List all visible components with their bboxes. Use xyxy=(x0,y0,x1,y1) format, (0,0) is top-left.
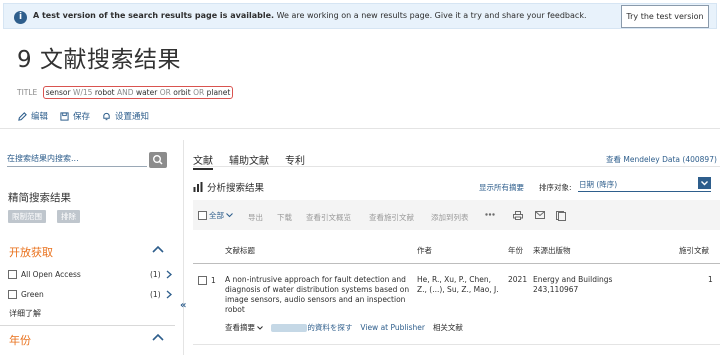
view-at-publisher-link[interactable]: View at Publisher xyxy=(360,323,425,332)
chevron-down-icon xyxy=(701,181,708,186)
find-full-text-link[interactable]: 的資料を探す xyxy=(271,322,352,333)
show-all-abstracts-link[interactable]: 显示所有摘要 xyxy=(479,182,524,193)
related-documents-link[interactable]: 相关文献 xyxy=(433,322,463,333)
search-icon xyxy=(152,155,163,165)
divider xyxy=(193,166,720,167)
save-icon xyxy=(60,111,69,121)
search-within-input[interactable]: 在搜索结果内搜索... xyxy=(7,153,147,167)
query-field-label: TITLE xyxy=(17,88,38,97)
document-title-link[interactable]: A non-intrusive approach for fault detec… xyxy=(225,275,410,315)
mendeley-data-link[interactable]: 查看 Mendeley Data (400897) xyxy=(606,154,717,165)
chevron-up-icon[interactable] xyxy=(152,245,164,253)
tab-documents[interactable]: 文献 xyxy=(193,152,213,170)
select-all-checkbox[interactable] xyxy=(198,211,207,220)
sort-select[interactable]: 日期 (降序) xyxy=(578,176,711,192)
chevron-right-icon[interactable] xyxy=(166,290,172,299)
edit-button[interactable]: 编辑 xyxy=(18,110,48,122)
facet-count: (1) xyxy=(150,270,161,279)
try-test-version-button[interactable]: Try the test version xyxy=(621,5,709,28)
row-cited-count[interactable]: 1 xyxy=(708,275,713,284)
view-abstract-link[interactable]: 查看摘要 xyxy=(225,322,264,333)
checkbox[interactable] xyxy=(8,270,17,279)
header-cited-by[interactable]: 施引文献 xyxy=(679,245,709,256)
print-icon[interactable] xyxy=(513,211,523,220)
chevron-up-icon[interactable] xyxy=(152,333,164,341)
select-all[interactable]: 全部 xyxy=(198,210,233,221)
test-version-banner: i A test version of the search results p… xyxy=(3,3,717,29)
chevron-right-icon[interactable] xyxy=(166,270,172,279)
header-year[interactable]: 年份 xyxy=(508,245,523,256)
more-options-icon[interactable] xyxy=(485,213,495,216)
source-name[interactable]: Energy and Buildings xyxy=(533,275,663,285)
collapse-sidebar-icon[interactable]: « xyxy=(180,300,186,311)
exclude-button[interactable]: 排除 xyxy=(57,210,80,223)
sort-dropdown-button[interactable] xyxy=(698,177,711,189)
row-number: 1 xyxy=(211,276,216,285)
banner-message: A test version of the search results pag… xyxy=(33,11,587,20)
row-links: 查看摘要 的資料を探す View at Publisher 相关文献 xyxy=(225,322,463,333)
redacted-link-text xyxy=(271,324,308,332)
export-button[interactable]: 导出 xyxy=(248,212,263,223)
divider xyxy=(0,325,175,326)
result-tabs: 文献 辅助文献 专利 xyxy=(193,152,305,170)
chevron-down-icon xyxy=(257,326,264,330)
search-actions: 编辑 保存 设置通知 xyxy=(18,110,149,122)
chevron-down-icon[interactable] xyxy=(226,213,233,218)
limit-to-button[interactable]: 限制范围 xyxy=(8,210,46,223)
save-search-button[interactable]: 保存 xyxy=(60,110,90,122)
row-checkbox[interactable] xyxy=(198,276,207,285)
search-query: TITLE sensor W/15 robot AND water OR orb… xyxy=(17,86,234,99)
email-icon[interactable] xyxy=(535,211,545,219)
bell-icon xyxy=(103,112,110,120)
search-within-button[interactable] xyxy=(149,152,167,168)
divider xyxy=(193,344,720,345)
row-source[interactable]: Energy and Buildings 243,110967 xyxy=(533,275,663,295)
view-cited-by-button[interactable]: 查看施引文献 xyxy=(369,212,414,223)
source-detail: 243,110967 xyxy=(533,285,579,294)
query-string[interactable]: sensor W/15 robot AND water OR orbit OR … xyxy=(42,86,234,99)
set-alert-button[interactable]: 设置通知 xyxy=(102,110,149,122)
pencil-icon xyxy=(18,111,27,121)
bar-chart-icon xyxy=(193,182,203,192)
facet-green[interactable]: Green xyxy=(8,290,44,299)
refine-results-title: 精简搜索结果 xyxy=(8,192,71,204)
facet-all-open-access[interactable]: All Open Access xyxy=(8,270,81,279)
facet-count: (1) xyxy=(150,290,161,299)
tab-patents[interactable]: 专利 xyxy=(285,152,305,170)
divider xyxy=(193,263,720,264)
bibliography-icon[interactable] xyxy=(556,211,566,221)
header-authors[interactable]: 作者 xyxy=(417,245,432,256)
analyze-results-link[interactable]: 分析搜索结果 xyxy=(193,180,264,194)
results-toolbar: 全部 导出 下载 查看引文概览 查看施引文献 添加到列表 xyxy=(193,200,720,230)
row-year: 2021 xyxy=(508,275,528,284)
info-icon: i xyxy=(14,11,27,24)
header-source[interactable]: 来源出版物 xyxy=(533,245,571,256)
tab-secondary-documents[interactable]: 辅助文献 xyxy=(229,152,269,170)
citation-overview-button[interactable]: 查看引文概览 xyxy=(306,212,351,223)
divider xyxy=(0,128,720,129)
checkbox[interactable] xyxy=(8,290,17,299)
page-title: 9 文献搜索结果 xyxy=(17,47,181,73)
sort-label: 排序对象: xyxy=(539,183,572,192)
authors-links[interactable]: He, R., Xu, P., Chen, Z., (...), Su, Z.,… xyxy=(417,275,502,295)
header-document-title[interactable]: 文献标题 xyxy=(225,245,255,256)
learn-more-link[interactable]: 详细了解 xyxy=(9,308,41,319)
open-access-title[interactable]: 开放获取 xyxy=(9,244,53,260)
year-title[interactable]: 年份 xyxy=(9,332,31,348)
refine-sidebar: 在搜索结果内搜索... 精简搜索结果 限制范围 排除 开放获取 All Open… xyxy=(0,140,175,355)
download-button[interactable]: 下载 xyxy=(277,212,292,223)
sidebar-divider xyxy=(183,140,184,355)
add-to-list-button[interactable]: 添加到列表 xyxy=(431,212,469,223)
